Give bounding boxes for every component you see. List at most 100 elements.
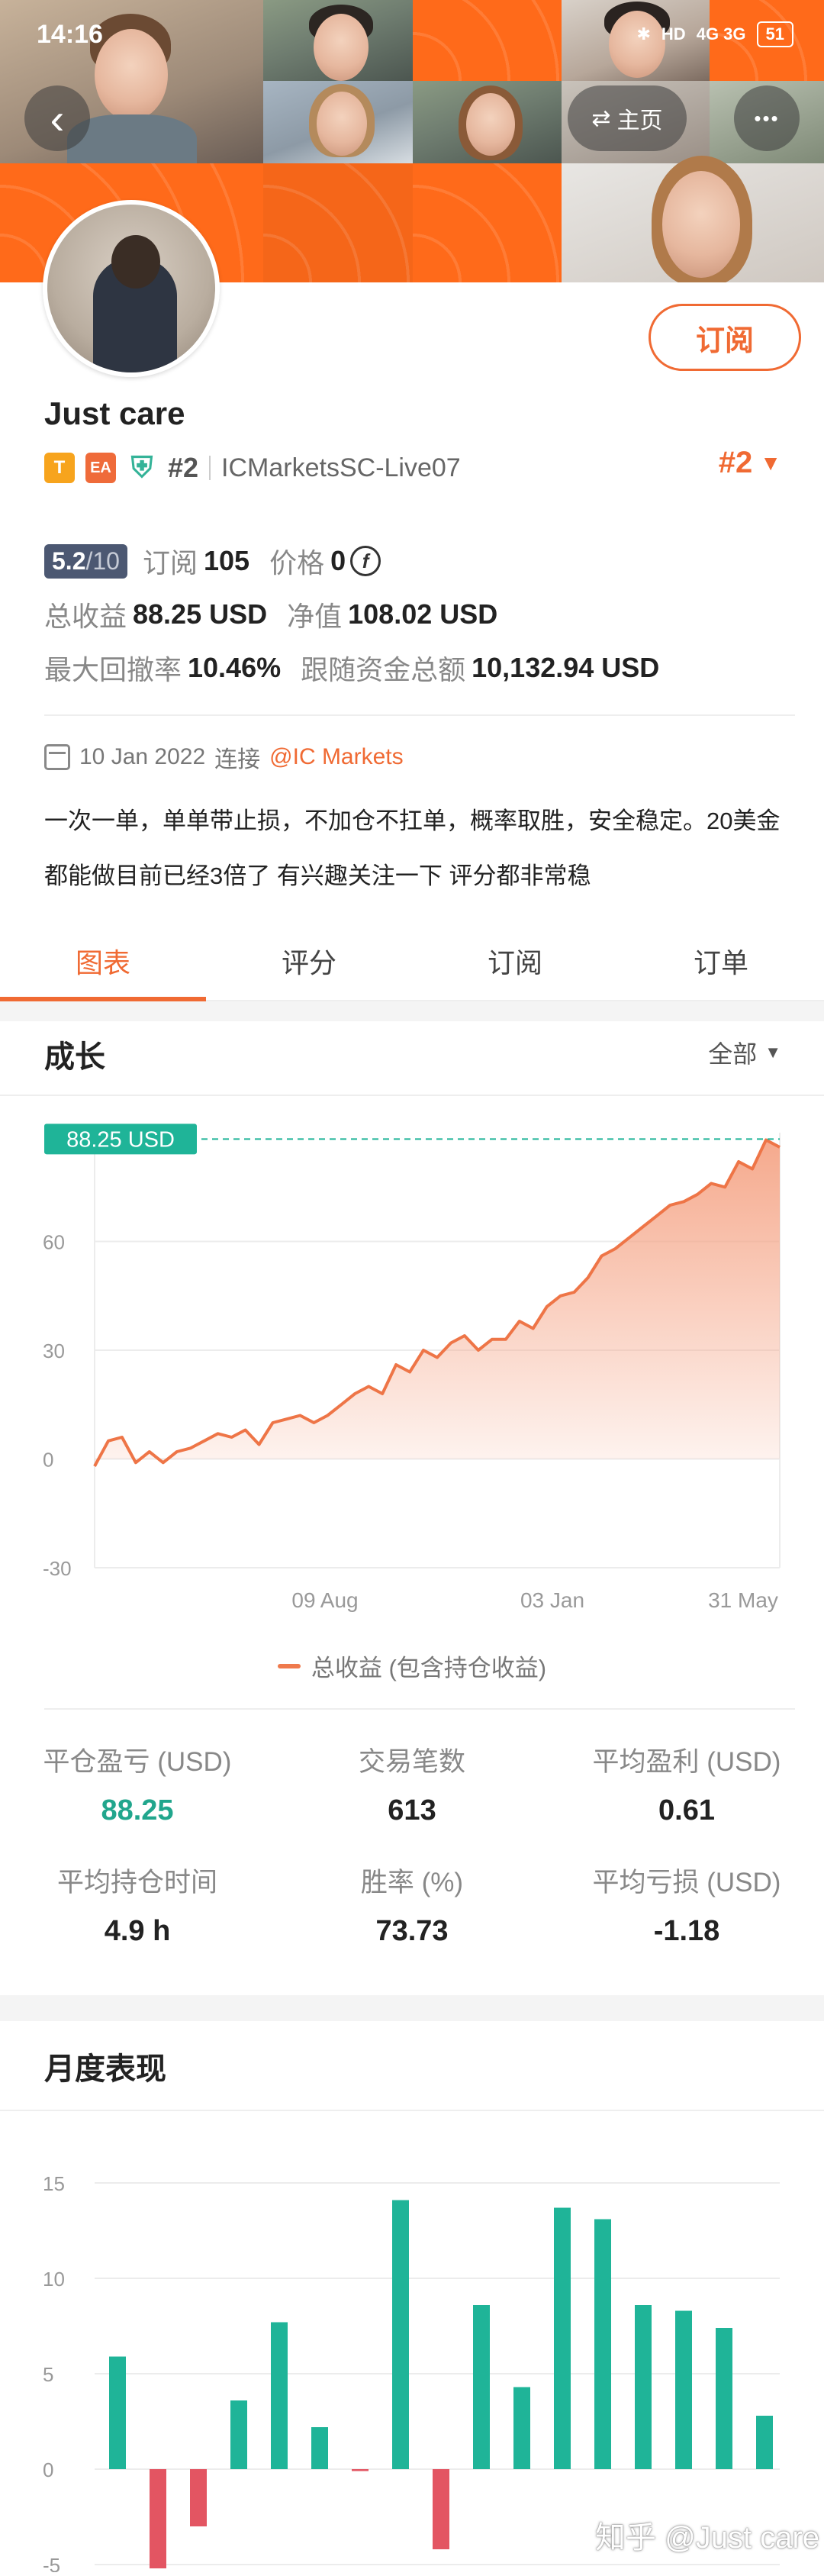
net-value: 108.02 USD — [348, 598, 498, 630]
monthly-bar — [190, 2469, 207, 2526]
banner-orange-tile — [413, 163, 562, 282]
monthly-title: 月度表现 — [44, 2052, 166, 2086]
x-tick-label: 03 Jan — [520, 1588, 584, 1612]
divider — [44, 714, 795, 716]
connected-date: 10 Jan 2022 — [79, 744, 206, 769]
total-profit-label: 总收益 — [44, 601, 127, 632]
tab-orders[interactable]: 订单 — [618, 922, 824, 1000]
watermark-text: 知乎 @Just care — [594, 2521, 819, 2555]
x-tick-label: 31 May — [708, 1588, 778, 1612]
monthly-chart: -5 0 5 10 15 — [43, 2172, 780, 2572]
divider — [0, 2110, 824, 2111]
banner-photo — [263, 81, 413, 163]
monthly-bar — [594, 2219, 611, 2469]
metric-label: 平均盈利 (USD) — [592, 1747, 781, 1777]
metric-avg-loss: 平均亏损 (USD) -1.18 — [549, 1861, 824, 1948]
avatar[interactable] — [43, 200, 220, 377]
metric-label: 平均亏损 (USD) — [592, 1868, 781, 1897]
score-denominator: /10 — [85, 546, 120, 575]
trader-name: Just care — [44, 395, 185, 431]
tag-t-badge: T — [44, 453, 75, 483]
x-tick-label: 09 Aug — [291, 1588, 358, 1612]
growth-title: 成长 — [44, 1040, 105, 1074]
tab-rating[interactable]: 评分 — [206, 922, 412, 1000]
tab-bar: 图表 评分 订阅 订单 — [0, 922, 824, 1001]
monthly-bar — [716, 2328, 732, 2469]
triangle-down-icon: ▼ — [760, 450, 781, 475]
follow-funds-label: 跟随资金总额 — [301, 654, 466, 685]
monthly-bar — [756, 2416, 773, 2469]
subs-value: 105 — [203, 545, 250, 576]
metric-trade-count: 交易笔数 613 — [275, 1740, 549, 1827]
status-bar: 14:16 ✱ HD 4G 3G 51 — [0, 0, 824, 69]
metric-label: 胜率 (%) — [360, 1868, 464, 1897]
score-value: 5.2 — [52, 546, 86, 575]
subscribe-button[interactable]: 订阅 — [649, 304, 801, 371]
rank-dropdown[interactable]: #2 ▼ — [719, 446, 781, 480]
monthly-bar — [513, 2387, 530, 2469]
home-button[interactable]: ⇄ 主页 — [568, 85, 687, 151]
metric-value: -1.18 — [653, 1915, 720, 1947]
monthly-bar — [150, 2469, 166, 2568]
more-dots-icon: ••• — [754, 106, 780, 130]
status-icons: ✱ HD 4G 3G 51 — [636, 21, 793, 47]
tag-separator — [209, 456, 211, 480]
more-options-button[interactable]: ••• — [734, 85, 800, 151]
legend-label: 总收益 (包含持仓收益) — [311, 1655, 547, 1681]
drawdown-label: 最大回撤率 — [44, 654, 182, 685]
chevron-left-icon: ‹ — [50, 94, 65, 143]
metric-value: 613 — [388, 1794, 436, 1826]
swap-arrows-icon: ⇄ — [591, 105, 611, 131]
broker-link[interactable]: @IC Markets — [269, 744, 403, 770]
y-tick-label: -30 — [43, 1557, 72, 1580]
growth-legend: 总收益 (包含持仓收益) — [0, 1649, 824, 1683]
growth-chart: -30 0 30 60 88.25 USD 09 Aug 03 Jan 31 May — [43, 1124, 781, 1612]
metric-value: 73.73 — [375, 1915, 449, 1947]
monthly-bar — [230, 2400, 247, 2469]
banner-orange-tile — [263, 163, 413, 282]
range-filter[interactable]: 全部 ▼ — [708, 1035, 781, 1070]
total-profit-value: 88.25 USD — [133, 598, 268, 630]
strategy-description: 一次一单，单单带止损，不加仓不扛单，概率取胜，安全稳定。20美金都能做目前已经3… — [44, 808, 781, 889]
shield-check-icon: ⛨ — [130, 451, 153, 484]
metric-label: 平仓盈亏 (USD) — [43, 1747, 232, 1777]
y-tick-label: 0 — [43, 2458, 53, 2481]
stats-row-2: 总收益 88.25 USD 净值 108.02 USD — [44, 588, 793, 641]
drawdown-value: 10.46% — [188, 652, 282, 683]
score-badge: 5.2/10 — [44, 543, 127, 579]
legend-swatch — [277, 1663, 301, 1668]
monthly-bar — [433, 2469, 449, 2549]
hd-badge: HD — [661, 24, 686, 44]
battery-icon: 51 — [756, 21, 793, 47]
y-tick-label: -5 — [43, 2554, 60, 2572]
section-gap — [0, 1001, 824, 1021]
monthly-bar — [352, 2469, 369, 2471]
price-value: 0 — [330, 545, 346, 576]
y-tick-label: 15 — [43, 2172, 65, 2195]
metric-label: 交易笔数 — [358, 1747, 465, 1777]
banner-photo — [562, 156, 824, 282]
range-filter-label: 全部 — [708, 1040, 758, 1068]
back-button[interactable]: ‹ — [24, 85, 90, 151]
metric-value: 88.25 — [101, 1794, 174, 1826]
metric-value: 4.9 h — [104, 1915, 171, 1947]
y-tick-label: 10 — [43, 2268, 65, 2291]
divider — [44, 1708, 795, 1710]
monthly-bar — [392, 2200, 409, 2469]
tab-subscribe[interactable]: 订阅 — [412, 922, 618, 1000]
stats-row-3: 最大回撤率 10.46% 跟随资金总额 10,132.94 USD — [44, 641, 793, 695]
tab-chart[interactable]: 图表 — [0, 922, 206, 1001]
metric-closed-pnl: 平仓盈亏 (USD) 88.25 — [0, 1740, 275, 1827]
y-tick-label: 0 — [43, 1449, 53, 1472]
monthly-bar — [473, 2305, 490, 2469]
calendar-icon — [44, 744, 70, 770]
monthly-bar — [109, 2356, 126, 2469]
bluetooth-icon: ✱ — [636, 24, 651, 44]
connect-label: 连接 — [214, 747, 261, 772]
rank-big-label: #2 — [718, 446, 753, 479]
network-label: 4G 3G — [696, 24, 746, 44]
metric-value: 0.61 — [658, 1794, 715, 1826]
coin-icon: f — [350, 546, 381, 576]
banner-photo — [413, 81, 562, 163]
subs-label: 订阅 — [142, 547, 198, 579]
